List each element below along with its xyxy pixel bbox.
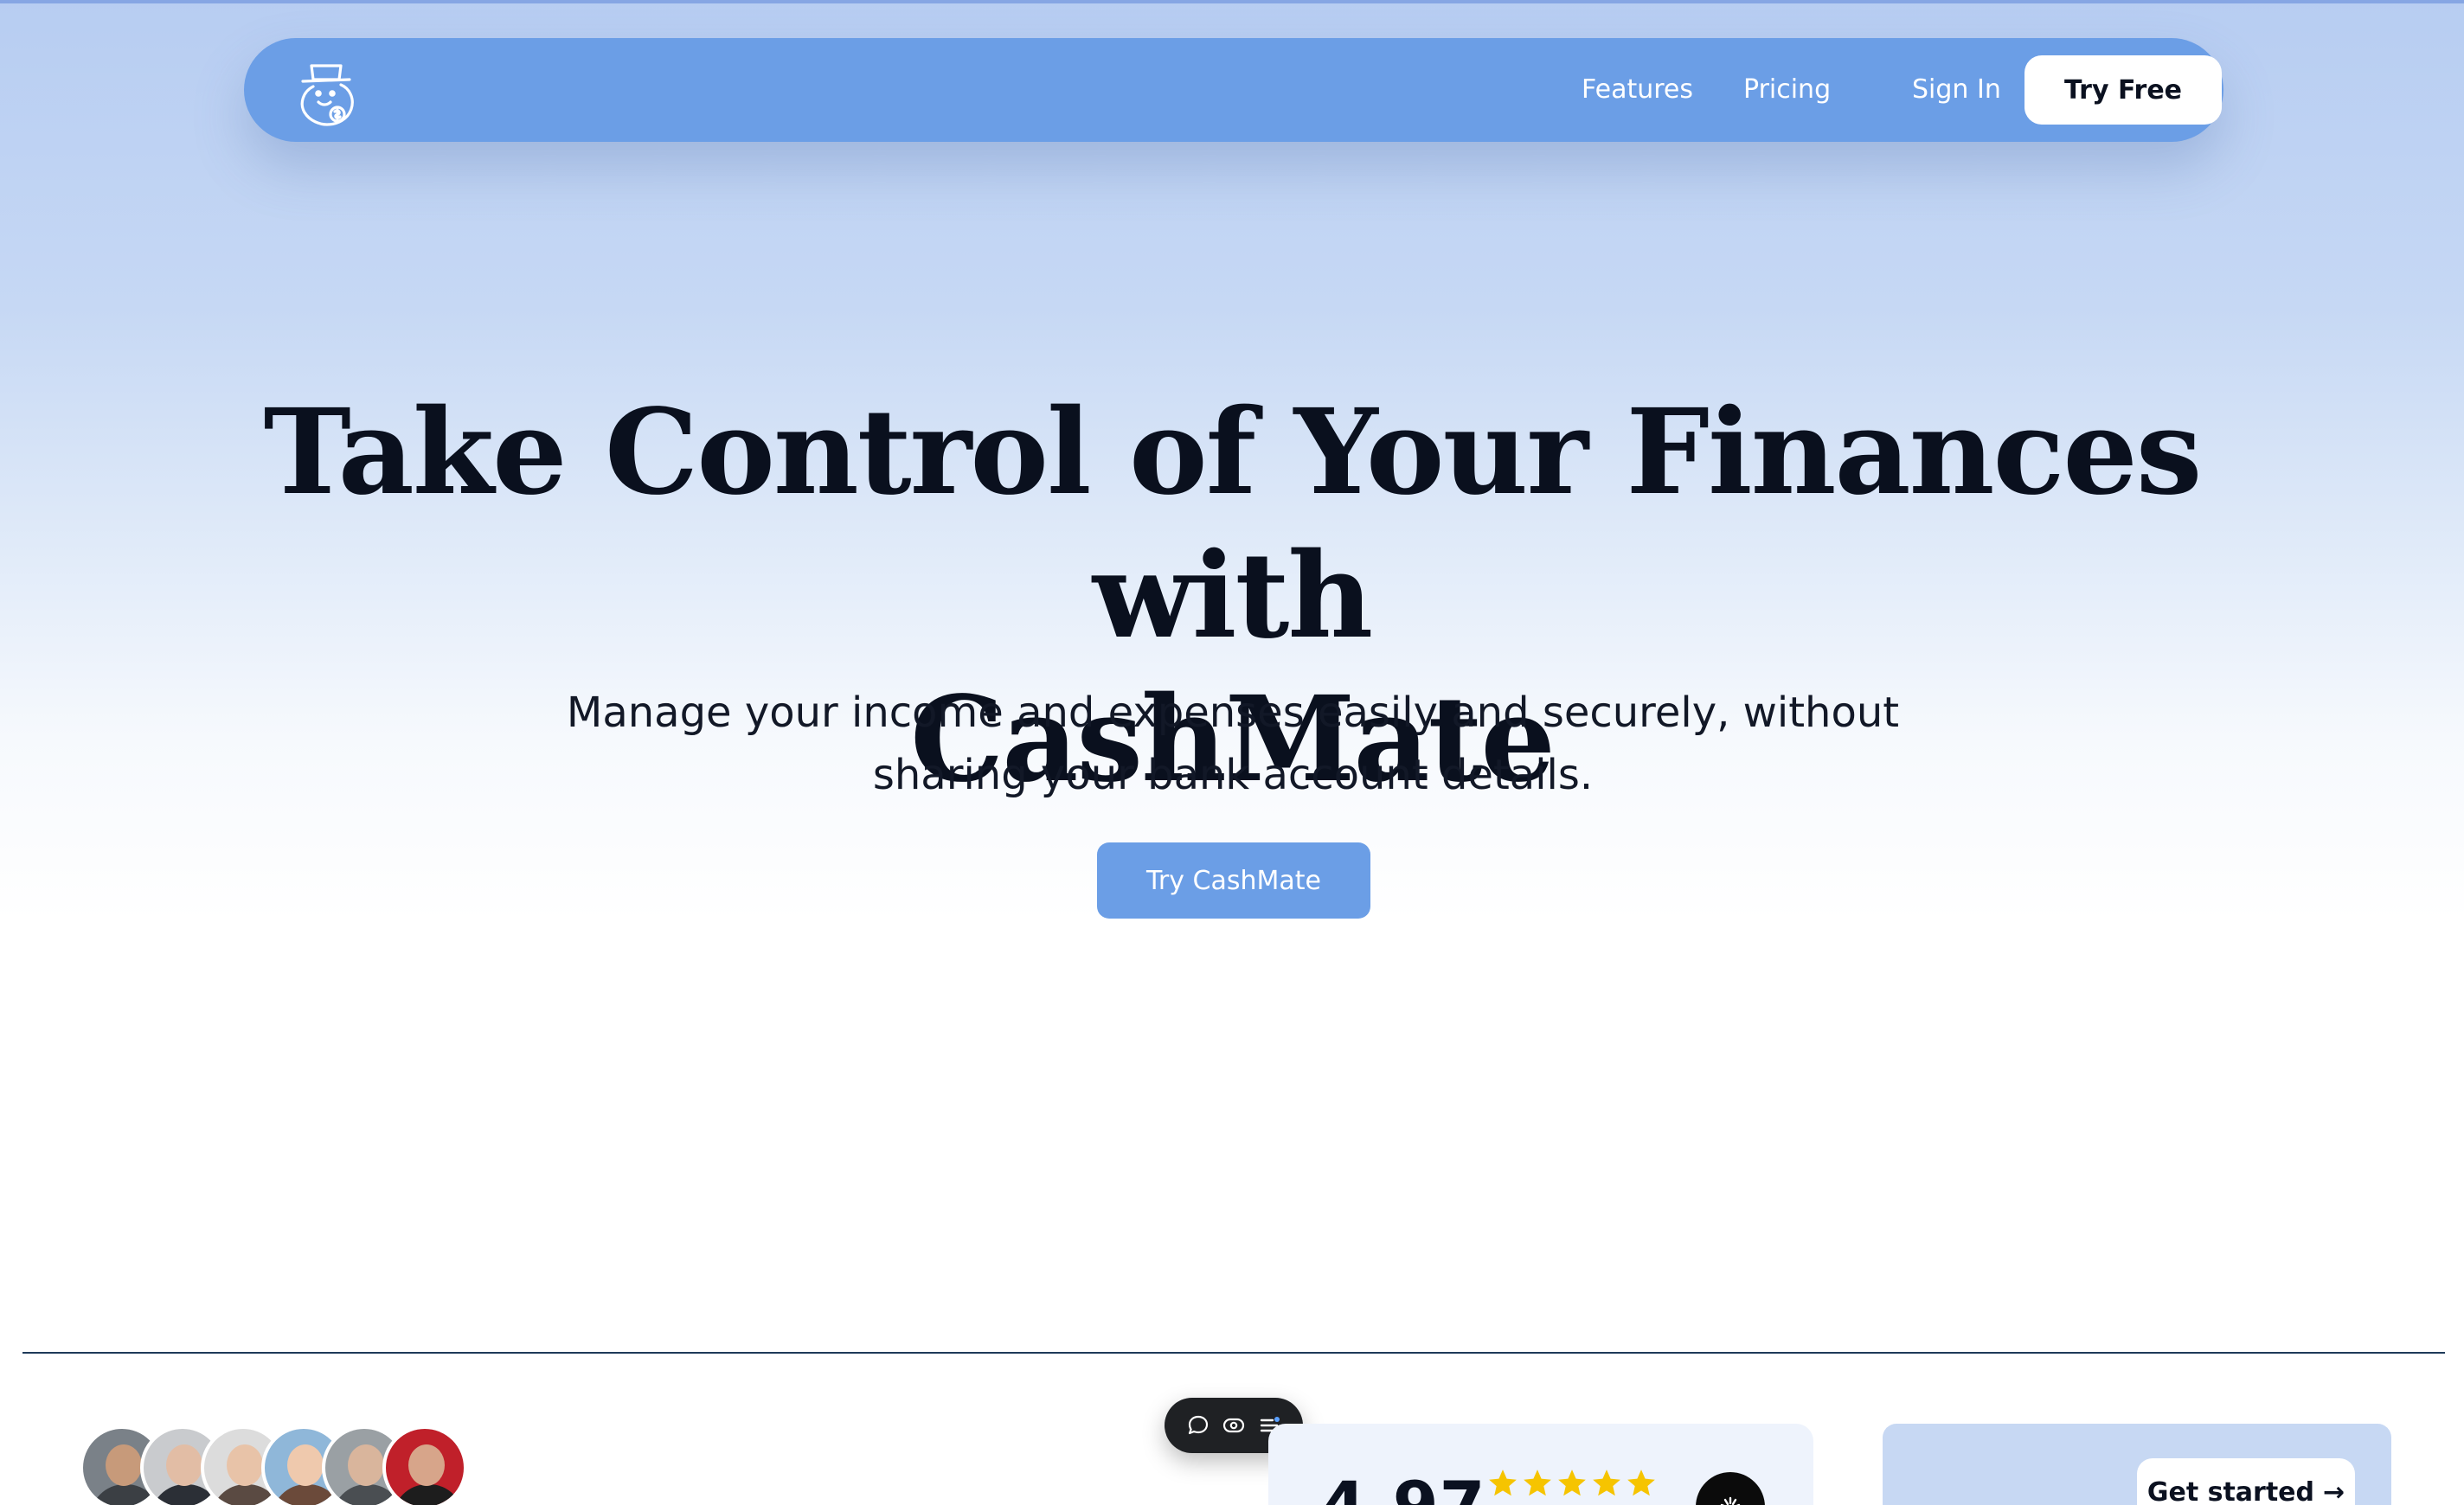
section-divider — [22, 1352, 2445, 1354]
avatar-face — [348, 1444, 384, 1486]
arrow-right-icon: → — [2323, 1477, 2345, 1505]
star-icon — [1489, 1470, 1517, 1496]
star-icon — [1524, 1470, 1551, 1496]
hero-subtitle-line-1: Manage your income and expenses easily a… — [566, 688, 1900, 737]
avatar-face — [166, 1444, 202, 1486]
hero-title-line-1: Take Control of Your Finances with — [263, 383, 2203, 665]
hero-subtitle: Manage your income and expenses easily a… — [536, 682, 1929, 806]
get-started-card: Get started → — [1883, 1424, 2391, 1505]
avatar-shoulders — [393, 1484, 464, 1505]
avatar-face — [106, 1444, 142, 1486]
try-cashmate-button[interactable]: Try CashMate — [1097, 842, 1370, 919]
navbar: Features Pricing Sign In Try Free — [244, 38, 2223, 142]
snowman-mascot-logo-icon[interactable] — [289, 54, 363, 128]
avatar-face — [287, 1444, 324, 1486]
comment-icon[interactable] — [1184, 1411, 1213, 1440]
nav-link-features[interactable]: Features — [1582, 38, 1693, 142]
user-avatar-stack — [80, 1425, 478, 1505]
hero-subtitle-line-2: sharing your bank account details. — [872, 751, 1594, 799]
get-started-button[interactable]: Get started → — [2137, 1458, 2355, 1505]
avatar — [382, 1425, 467, 1505]
nav-link-pricing[interactable]: Pricing — [1743, 38, 1831, 142]
get-started-label: Get started — [2146, 1477, 2314, 1505]
try-free-button[interactable]: Try Free — [2024, 55, 2222, 125]
sparkle-badge-icon — [1696, 1472, 1765, 1505]
rating-stars — [1486, 1467, 1658, 1500]
rating-card: 4.97 — [1268, 1424, 1813, 1505]
star-icon — [1627, 1470, 1655, 1496]
eye-toggle-icon[interactable] — [1219, 1411, 1248, 1440]
top-accent-line — [0, 0, 2464, 3]
rating-value: 4.97 — [1320, 1467, 1486, 1505]
nav-link-sign-in[interactable]: Sign In — [1912, 38, 2001, 142]
star-icon — [1593, 1470, 1620, 1496]
avatar-face — [408, 1444, 445, 1486]
avatar-face — [227, 1444, 263, 1486]
star-icon — [1558, 1470, 1586, 1496]
